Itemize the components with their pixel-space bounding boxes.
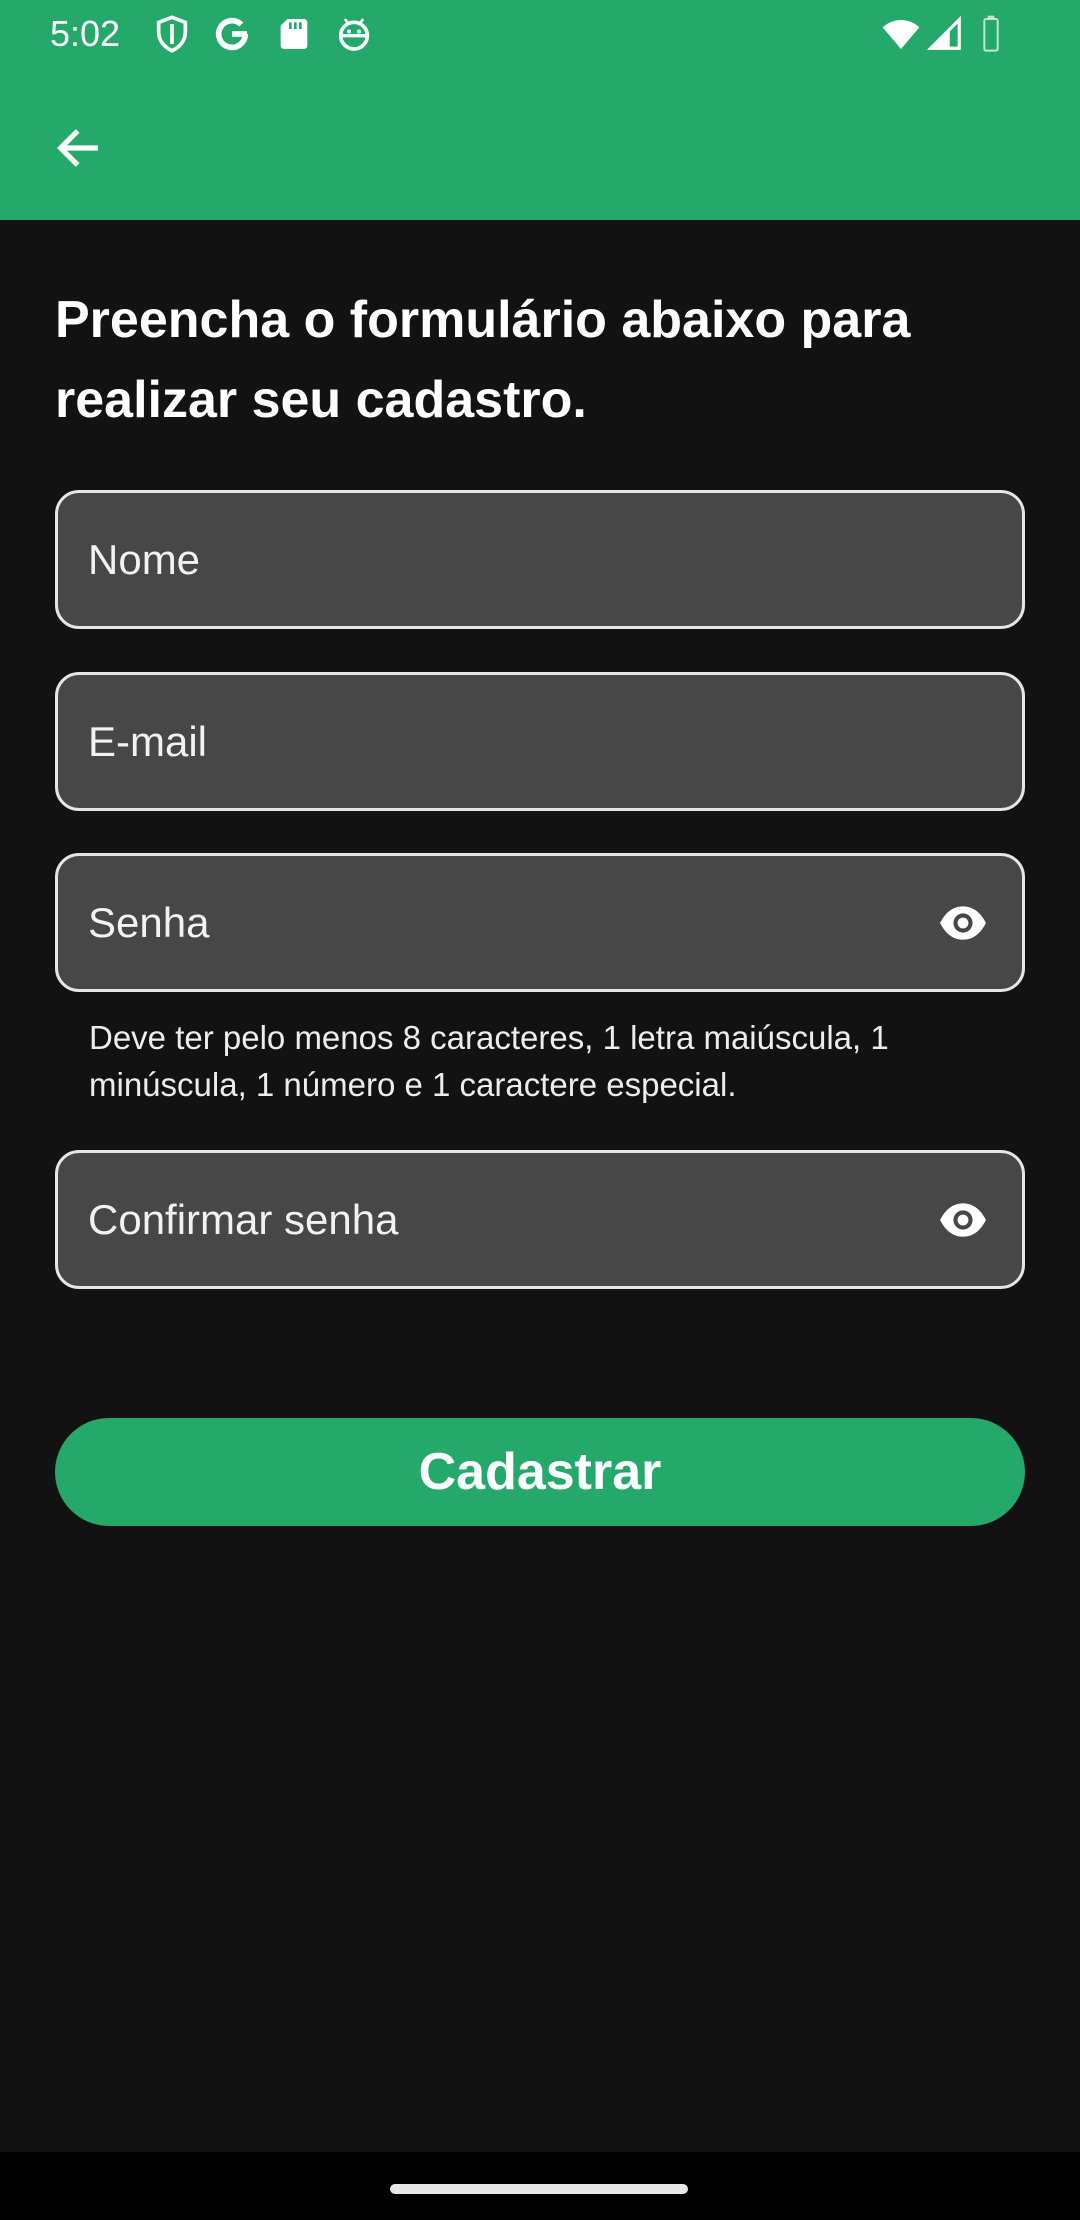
register-button[interactable]: Cadastrar (55, 1418, 1025, 1526)
google-icon (215, 17, 249, 51)
password-visibility-toggle[interactable] (928, 888, 998, 958)
page-title: Preencha o formulário abaixo para realiz… (55, 291, 911, 429)
name-field[interactable] (55, 490, 1025, 629)
navigation-bar (0, 2152, 1080, 2220)
email-field[interactable] (55, 672, 1025, 811)
eye-icon (940, 906, 986, 940)
arrow-back-icon (56, 129, 98, 167)
shield-icon (156, 15, 188, 53)
password-helper-text: Deve ter pelo menos 8 caracteres, 1 letr… (89, 1019, 889, 1103)
sd-card-icon (280, 19, 308, 49)
status-bar: 5:02 (0, 0, 1080, 66)
password-input[interactable] (88, 856, 948, 989)
eye-icon (940, 1203, 986, 1237)
back-button[interactable] (36, 106, 120, 190)
wifi-icon (882, 20, 920, 49)
android-icon (338, 18, 370, 51)
confirm-password-input[interactable] (88, 1153, 948, 1286)
email-input[interactable] (88, 675, 948, 808)
signal-icon (926, 15, 961, 50)
confirm-password-field[interactable] (55, 1150, 1025, 1289)
confirm-password-visibility-toggle[interactable] (928, 1185, 998, 1255)
battery-icon (983, 15, 999, 52)
password-field[interactable] (55, 853, 1025, 992)
name-input[interactable] (88, 493, 948, 626)
status-time: 5:02 (50, 13, 121, 54)
register-form: Preencha o formulário abaixo para realiz… (0, 220, 1080, 2152)
app-bar: 5:02 (0, 0, 1080, 220)
home-gesture-handle[interactable] (390, 2184, 688, 2194)
